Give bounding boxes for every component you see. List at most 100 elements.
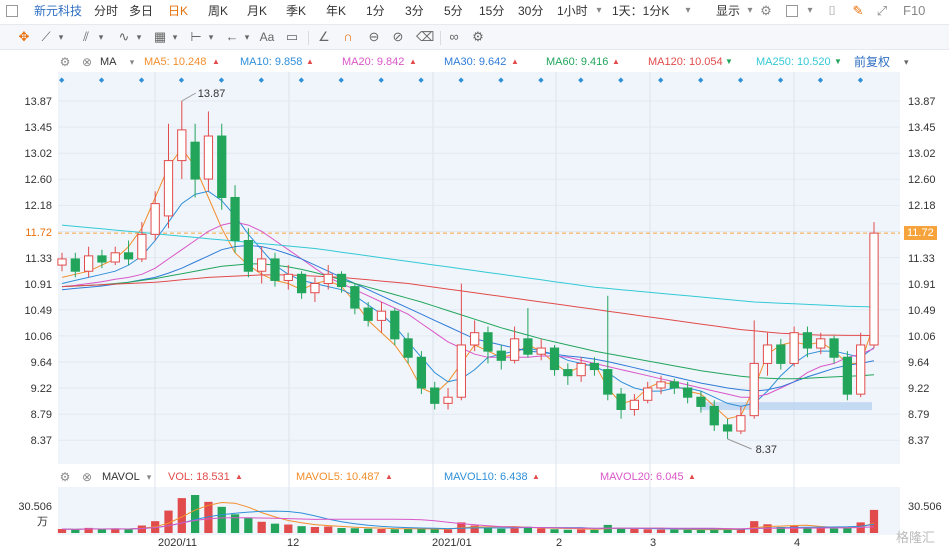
event-marker-icon: ◆ bbox=[738, 77, 744, 84]
event-marker-icon: ◆ bbox=[458, 77, 464, 84]
volume-bar bbox=[670, 529, 679, 533]
volume-bar bbox=[696, 529, 706, 533]
event-marker-icon: ◆ bbox=[59, 77, 65, 84]
candle-body bbox=[323, 273, 333, 285]
candle-body bbox=[390, 310, 400, 340]
ma-line-ma250 bbox=[61, 224, 875, 308]
candle-body bbox=[57, 258, 67, 266]
candle-body bbox=[110, 252, 120, 263]
candle-body bbox=[243, 240, 253, 272]
event-marker-icon: ◆ bbox=[618, 77, 624, 84]
candle-body bbox=[163, 160, 174, 217]
event-marker-icon: ◆ bbox=[259, 77, 265, 84]
event-marker-icon: ◆ bbox=[698, 77, 704, 84]
volume-bar bbox=[643, 529, 652, 533]
candle-body bbox=[310, 283, 320, 294]
volume-bar bbox=[57, 529, 67, 533]
volume-bar bbox=[683, 529, 692, 533]
candle-body bbox=[629, 399, 640, 411]
candle-body bbox=[283, 273, 293, 281]
volume-bar bbox=[364, 528, 373, 533]
volume-bar bbox=[230, 514, 240, 533]
support-zone bbox=[700, 402, 872, 411]
candle-body bbox=[403, 338, 413, 358]
volume-bar bbox=[71, 529, 80, 533]
candle-body bbox=[802, 332, 813, 349]
candle-body bbox=[350, 286, 360, 309]
candle-body bbox=[749, 362, 759, 417]
candle-body bbox=[336, 273, 347, 288]
event-marker-icon: ◆ bbox=[219, 77, 225, 84]
low-label: 8.37 bbox=[756, 444, 777, 456]
candle-body bbox=[70, 258, 80, 272]
candle-body bbox=[270, 258, 280, 281]
event-marker-icon: ◆ bbox=[299, 77, 305, 84]
candle-body bbox=[576, 362, 586, 377]
volume-bar bbox=[190, 495, 200, 533]
candle-body bbox=[83, 255, 94, 272]
volume-bar bbox=[510, 528, 519, 533]
candle-body bbox=[683, 387, 693, 398]
volume-bar bbox=[590, 529, 599, 533]
volume-bar bbox=[816, 528, 825, 533]
candle-body bbox=[776, 344, 786, 364]
volume-bar bbox=[563, 529, 572, 533]
volume-bar bbox=[270, 523, 280, 533]
event-marker-icon: ◆ bbox=[139, 77, 145, 84]
volume-bar bbox=[483, 527, 493, 533]
candle-body bbox=[257, 258, 267, 272]
volume-bar bbox=[297, 526, 306, 533]
volume-bar bbox=[550, 529, 559, 533]
high-label: 13.87 bbox=[198, 88, 226, 100]
volume-bar bbox=[310, 527, 320, 533]
candle-body bbox=[496, 350, 506, 361]
candle-body bbox=[483, 332, 493, 352]
volume-bar bbox=[430, 529, 439, 533]
candle-body bbox=[416, 356, 427, 389]
event-marker-icon: ◆ bbox=[498, 77, 504, 84]
candle-body bbox=[549, 347, 560, 371]
event-marker-icon: ◆ bbox=[778, 77, 784, 84]
event-marker-icon: ◆ bbox=[179, 77, 185, 84]
candle-body bbox=[856, 344, 866, 395]
volume-bar bbox=[124, 529, 133, 533]
candle-body bbox=[296, 273, 307, 294]
candle-body bbox=[203, 135, 214, 180]
event-marker-icon: ◆ bbox=[658, 77, 664, 84]
candle-body bbox=[869, 232, 879, 346]
kline-svg: ◆ ◆ ◆ ◆ ◆ ◆ ◆ ◆ ◆ ◆ ◆ ◆ ◆ ◆ ◆ ◆ ◆ ◆ ◆ ◆ ◆ 13.87 8.37 bbox=[57, 72, 900, 535]
candle-body bbox=[217, 135, 227, 198]
event-marker-icon: ◆ bbox=[538, 77, 544, 84]
candle-body bbox=[443, 396, 453, 404]
candle-body bbox=[430, 387, 440, 404]
candle-body bbox=[230, 196, 240, 242]
candle-body bbox=[177, 129, 187, 162]
volume-bar bbox=[537, 528, 546, 533]
event-marker-icon: ◆ bbox=[418, 77, 424, 84]
volume-bar bbox=[350, 528, 359, 533]
candle-body bbox=[563, 369, 573, 377]
candle-body bbox=[789, 332, 799, 364]
candle-body bbox=[536, 347, 546, 355]
volume-bar bbox=[497, 528, 506, 533]
candle-body bbox=[829, 338, 839, 358]
candle-body bbox=[456, 344, 466, 398]
event-marker-icon: ◆ bbox=[99, 77, 105, 84]
candle-body bbox=[709, 405, 719, 426]
volume-bar bbox=[337, 528, 346, 533]
volume-bar bbox=[403, 528, 413, 533]
candle-body bbox=[589, 362, 600, 371]
candle-body bbox=[376, 310, 387, 321]
candle-body bbox=[603, 369, 613, 395]
candle-body bbox=[363, 307, 373, 321]
candle-body bbox=[470, 332, 480, 346]
candle-body bbox=[123, 252, 134, 260]
candle-body bbox=[616, 393, 626, 411]
volume-bar bbox=[630, 529, 639, 533]
candle-body bbox=[696, 396, 706, 407]
event-marker-icon: ◆ bbox=[818, 77, 824, 84]
event-marker-icon: ◆ bbox=[339, 77, 345, 84]
event-marker-icon: ◆ bbox=[378, 77, 384, 84]
candle-body bbox=[669, 381, 679, 389]
volume-bar bbox=[257, 521, 266, 533]
